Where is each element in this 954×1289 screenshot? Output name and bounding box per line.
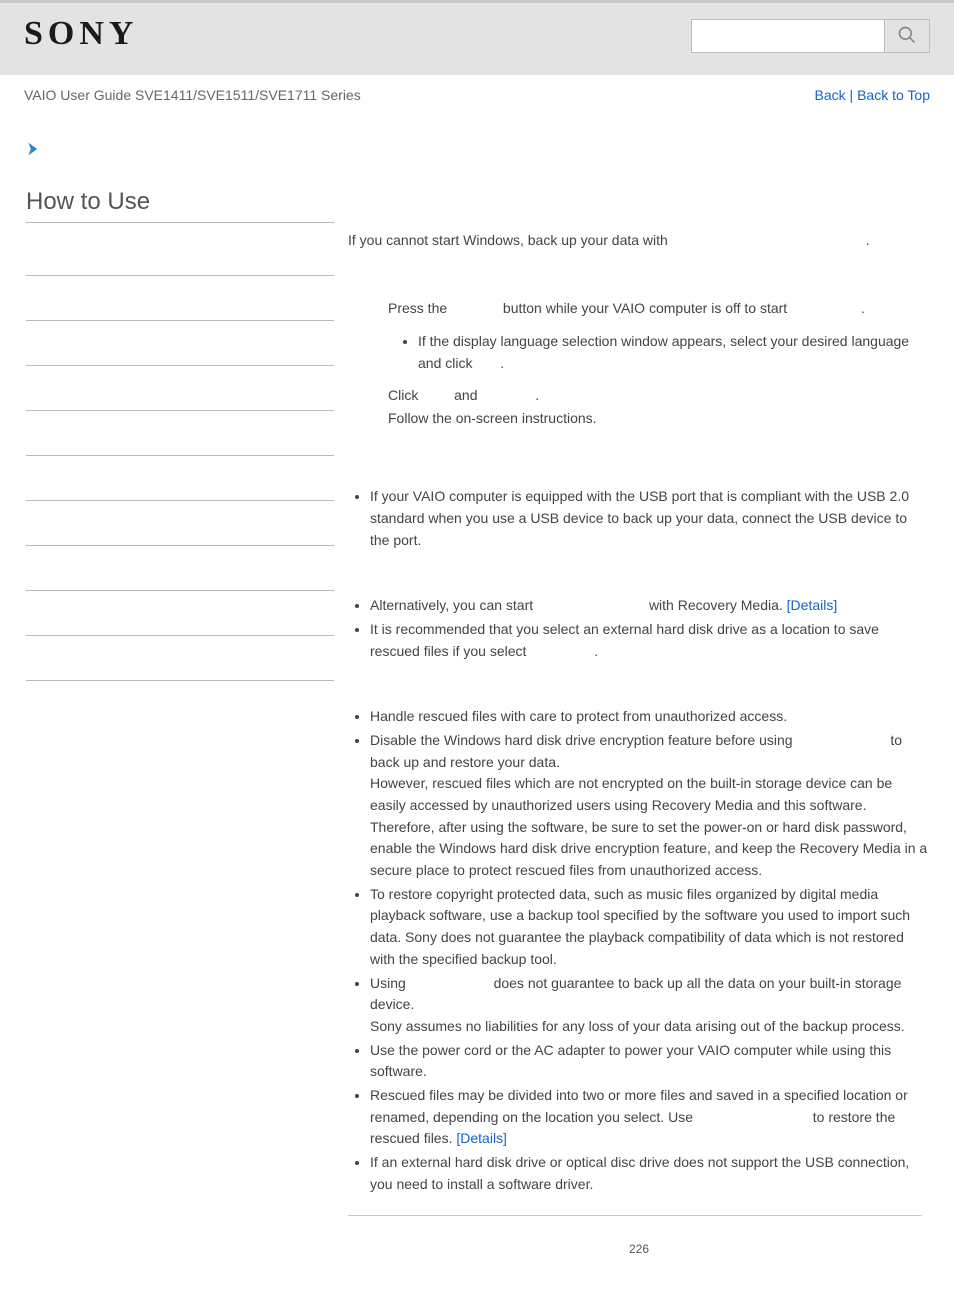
- note-2: Disable the Windows hard disk drive encr…: [370, 730, 930, 882]
- back-link[interactable]: Back: [815, 87, 846, 103]
- hint-list-2: Alternatively, you can start with Recove…: [348, 595, 930, 662]
- header: SONY: [0, 0, 954, 75]
- guide-title: VAIO User Guide SVE1411/SVE1511/SVE1711 …: [24, 87, 361, 103]
- note-1: Handle rescued files with care to protec…: [370, 706, 930, 728]
- search-box: [691, 19, 930, 53]
- nav-links: Back | Back to Top: [815, 87, 930, 103]
- logo: SONY: [24, 15, 138, 53]
- sidebar-item[interactable]: [26, 546, 334, 591]
- main-content: If you cannot start Windows, back up you…: [334, 160, 930, 1289]
- page-number: 226: [348, 1240, 930, 1259]
- sidebar-title: How to Use: [26, 188, 334, 223]
- details-link[interactable]: [Details]: [787, 597, 838, 613]
- search-button[interactable]: [884, 19, 930, 53]
- intro-text: If you cannot start Windows, back up you…: [348, 230, 930, 252]
- details-link[interactable]: [Details]: [456, 1130, 507, 1146]
- sidebar-item[interactable]: [26, 231, 334, 276]
- sidebar: How to Use: [26, 160, 334, 1289]
- sidebar-item[interactable]: [26, 276, 334, 321]
- breadcrumb-chevron[interactable]: [26, 141, 954, 160]
- note-4: Using does not guarantee to back up all …: [370, 973, 930, 1038]
- step-1-sub: If the display language selection window…: [418, 331, 930, 374]
- sidebar-item[interactable]: [26, 321, 334, 366]
- note-3: To restore copyright protected data, suc…: [370, 884, 930, 971]
- sidebar-item[interactable]: [26, 591, 334, 636]
- back-to-top-link[interactable]: Back to Top: [857, 87, 930, 103]
- note-7: If an external hard disk drive or optica…: [370, 1152, 930, 1195]
- hint-3: It is recommended that you select an ext…: [370, 619, 930, 662]
- hint-list-1: If your VAIO computer is equipped with t…: [348, 486, 930, 551]
- note-5: Use the power cord or the AC adapter to …: [370, 1040, 930, 1083]
- search-icon: [897, 25, 917, 48]
- hint-2: Alternatively, you can start with Recove…: [370, 595, 930, 617]
- subheader: VAIO User Guide SVE1411/SVE1511/SVE1711 …: [0, 75, 954, 111]
- sidebar-item[interactable]: [26, 411, 334, 456]
- steps-list: Press the button while your VAIO compute…: [348, 298, 930, 430]
- footer-rule: [348, 1215, 922, 1216]
- notes-list: Handle rescued files with care to protec…: [348, 706, 930, 1195]
- search-input[interactable]: [691, 19, 884, 53]
- sidebar-item[interactable]: [26, 456, 334, 501]
- step-2: Click and .: [388, 385, 930, 407]
- step-1: Press the button while your VAIO compute…: [388, 298, 930, 375]
- nav-separator: |: [846, 87, 857, 103]
- hint-1: If your VAIO computer is equipped with t…: [370, 486, 930, 551]
- note-6: Rescued files may be divided into two or…: [370, 1085, 930, 1150]
- sidebar-item[interactable]: [26, 636, 334, 681]
- chevron-right-icon: [26, 144, 42, 160]
- sidebar-item[interactable]: [26, 366, 334, 411]
- sidebar-item[interactable]: [26, 501, 334, 546]
- step-3: Follow the on-screen instructions.: [388, 408, 930, 430]
